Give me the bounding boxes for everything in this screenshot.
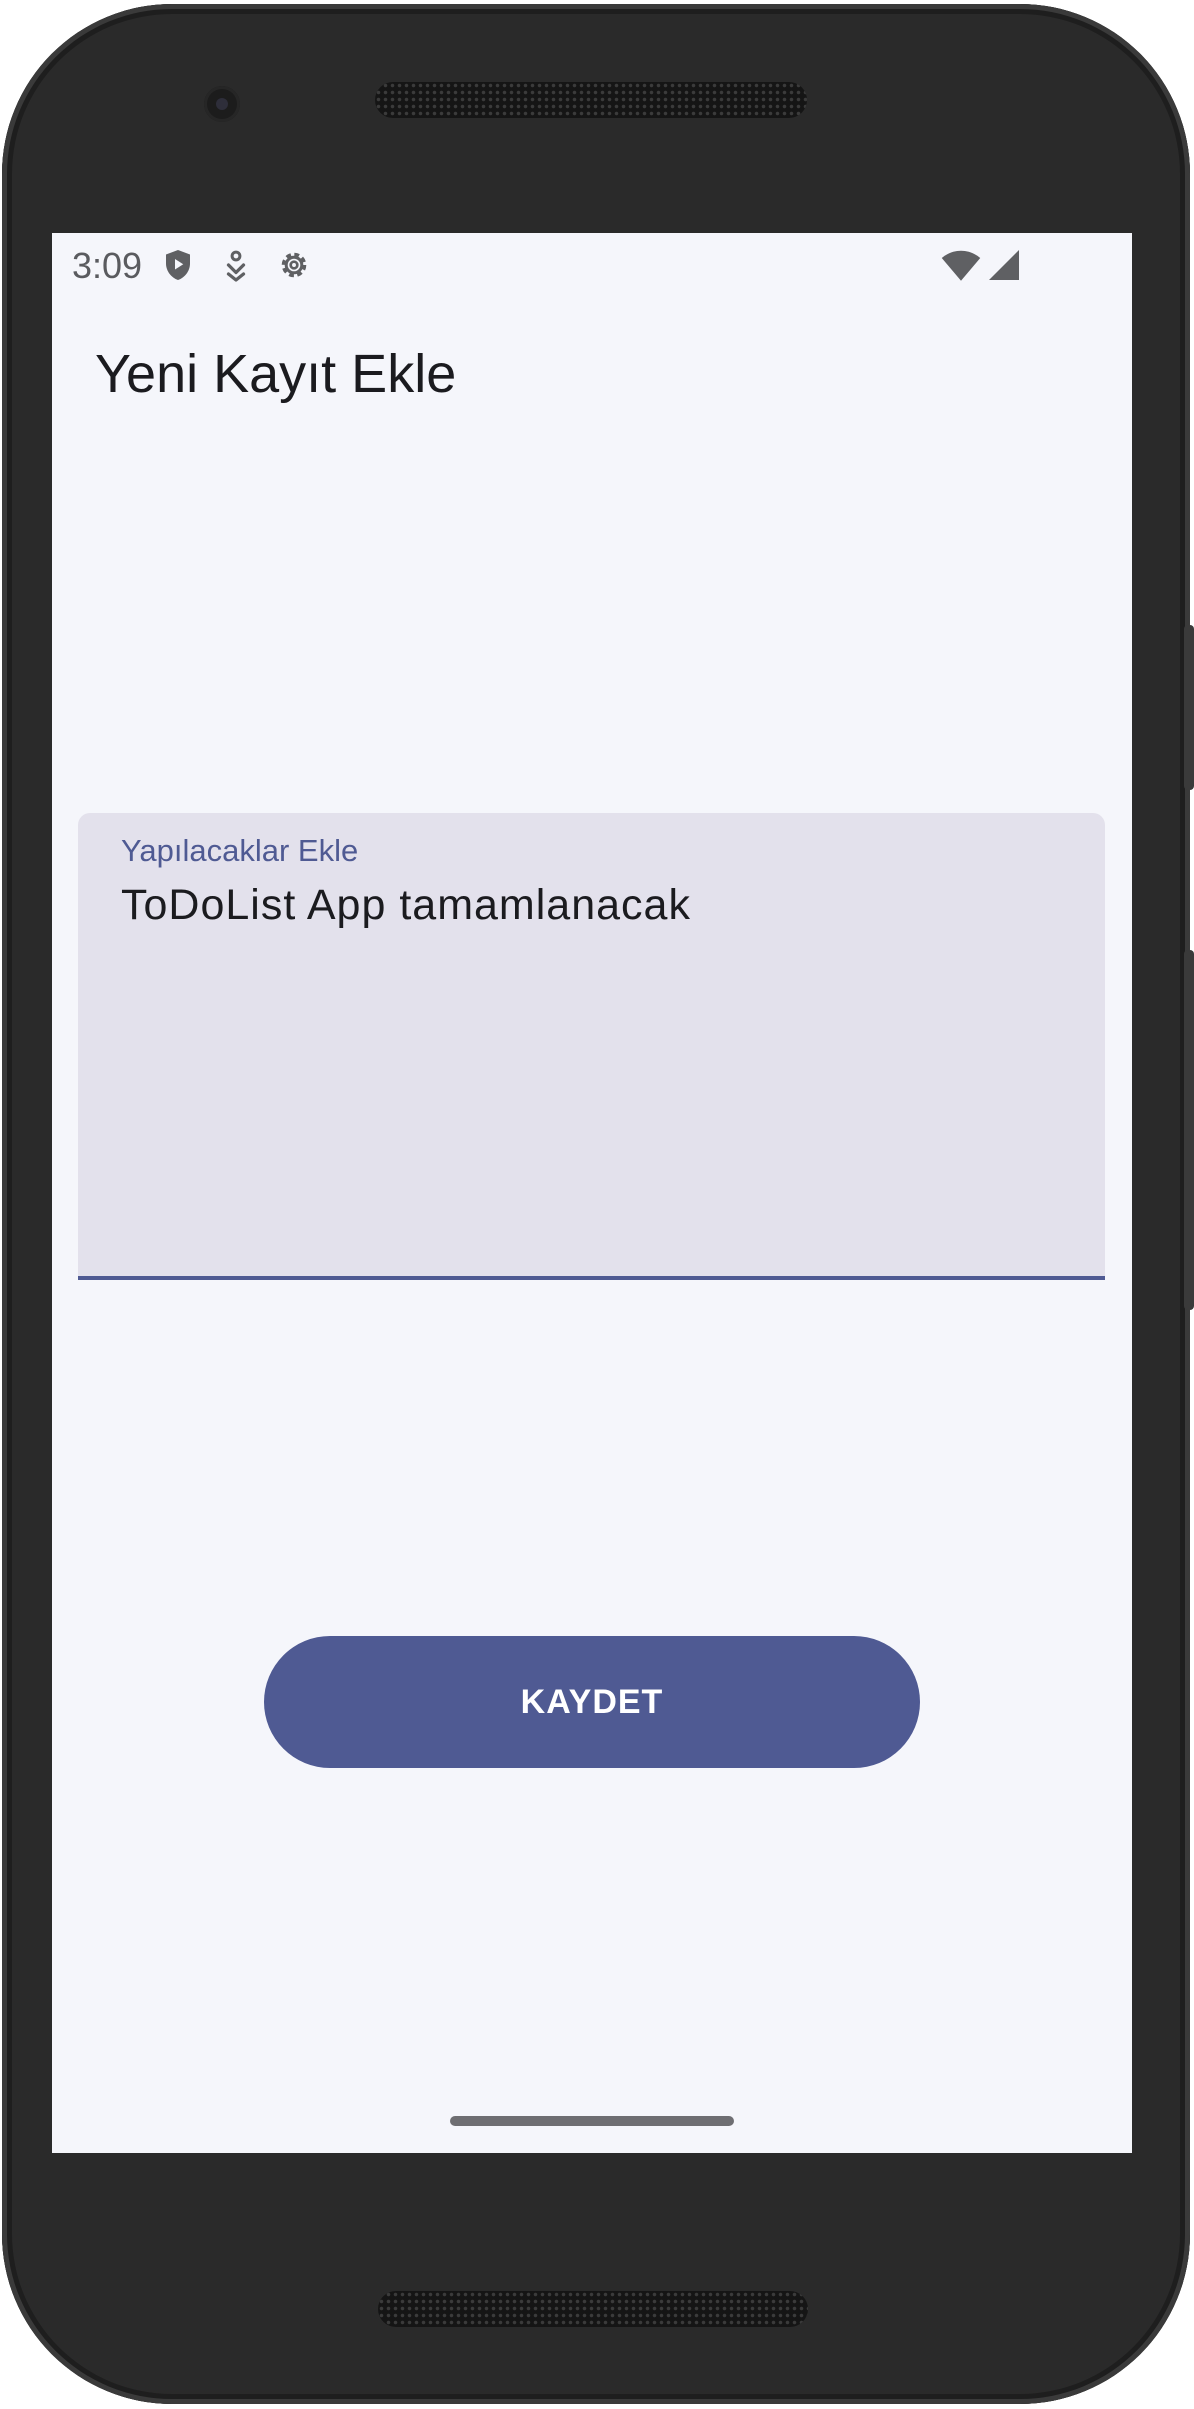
- wifi-icon: [940, 247, 982, 283]
- download-person-icon: [218, 247, 254, 283]
- save-button[interactable]: KAYDET: [264, 1636, 920, 1768]
- page-title: Yeni Kayıt Ekle: [95, 344, 457, 404]
- todo-text-field[interactable]: Yapılacaklar Ekle ToDoList App tamamlana…: [78, 813, 1105, 1280]
- todo-field-label: Yapılacaklar Ekle: [121, 833, 359, 868]
- status-time: 3:09: [72, 245, 143, 286]
- cell-signal-icon: [986, 247, 1022, 283]
- status-bar: 3:09: [52, 233, 1132, 297]
- app-screen: 3:09 Yeni Kayıt Ekle Yapılacaklar Ekle T…: [52, 233, 1132, 2153]
- front-camera: [204, 86, 240, 122]
- bottom-speaker: [378, 2291, 808, 2327]
- volume-button: [1184, 950, 1194, 1310]
- home-gesture-bar[interactable]: [450, 2116, 734, 2126]
- todo-field-input[interactable]: ToDoList App tamamlanacak: [121, 881, 691, 930]
- shield-play-icon: [160, 247, 196, 283]
- phone-frame: 3:09 Yeni Kayıt Ekle Yapılacaklar Ekle T…: [0, 0, 1194, 2409]
- power-button: [1184, 625, 1194, 790]
- gear-icon: [276, 247, 312, 283]
- earpiece-speaker: [375, 82, 807, 118]
